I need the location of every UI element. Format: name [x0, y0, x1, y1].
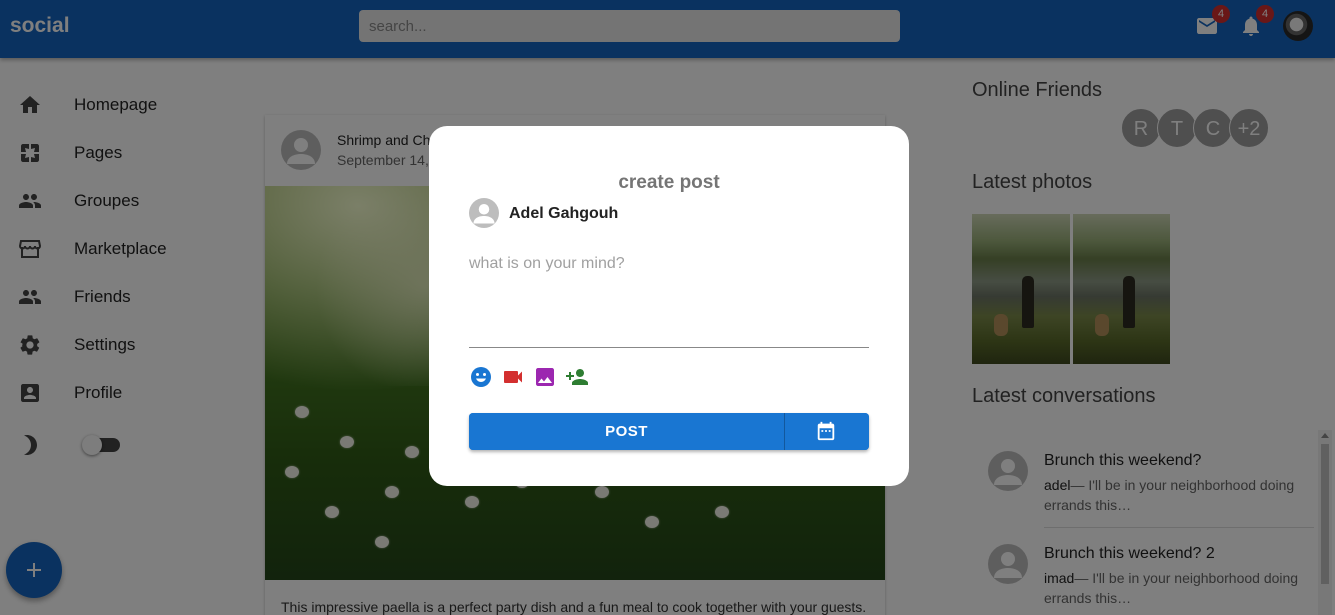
avatar [469, 198, 499, 228]
modal-title: create post [618, 172, 720, 193]
user-name: Adel Gahgouh [509, 205, 619, 222]
image-icon[interactable] [533, 365, 557, 389]
video-icon[interactable] [501, 365, 525, 389]
emoji-icon[interactable] [469, 365, 493, 389]
create-post-modal: create post Adel Gahgouh POST [429, 126, 909, 486]
post-button-group: POST [469, 413, 869, 450]
post-button[interactable]: POST [469, 413, 784, 450]
calendar-icon [817, 421, 835, 441]
post-text-input[interactable] [469, 252, 869, 348]
schedule-button[interactable] [785, 413, 869, 450]
person-icon [473, 204, 495, 224]
tag-person-icon[interactable] [565, 365, 589, 389]
